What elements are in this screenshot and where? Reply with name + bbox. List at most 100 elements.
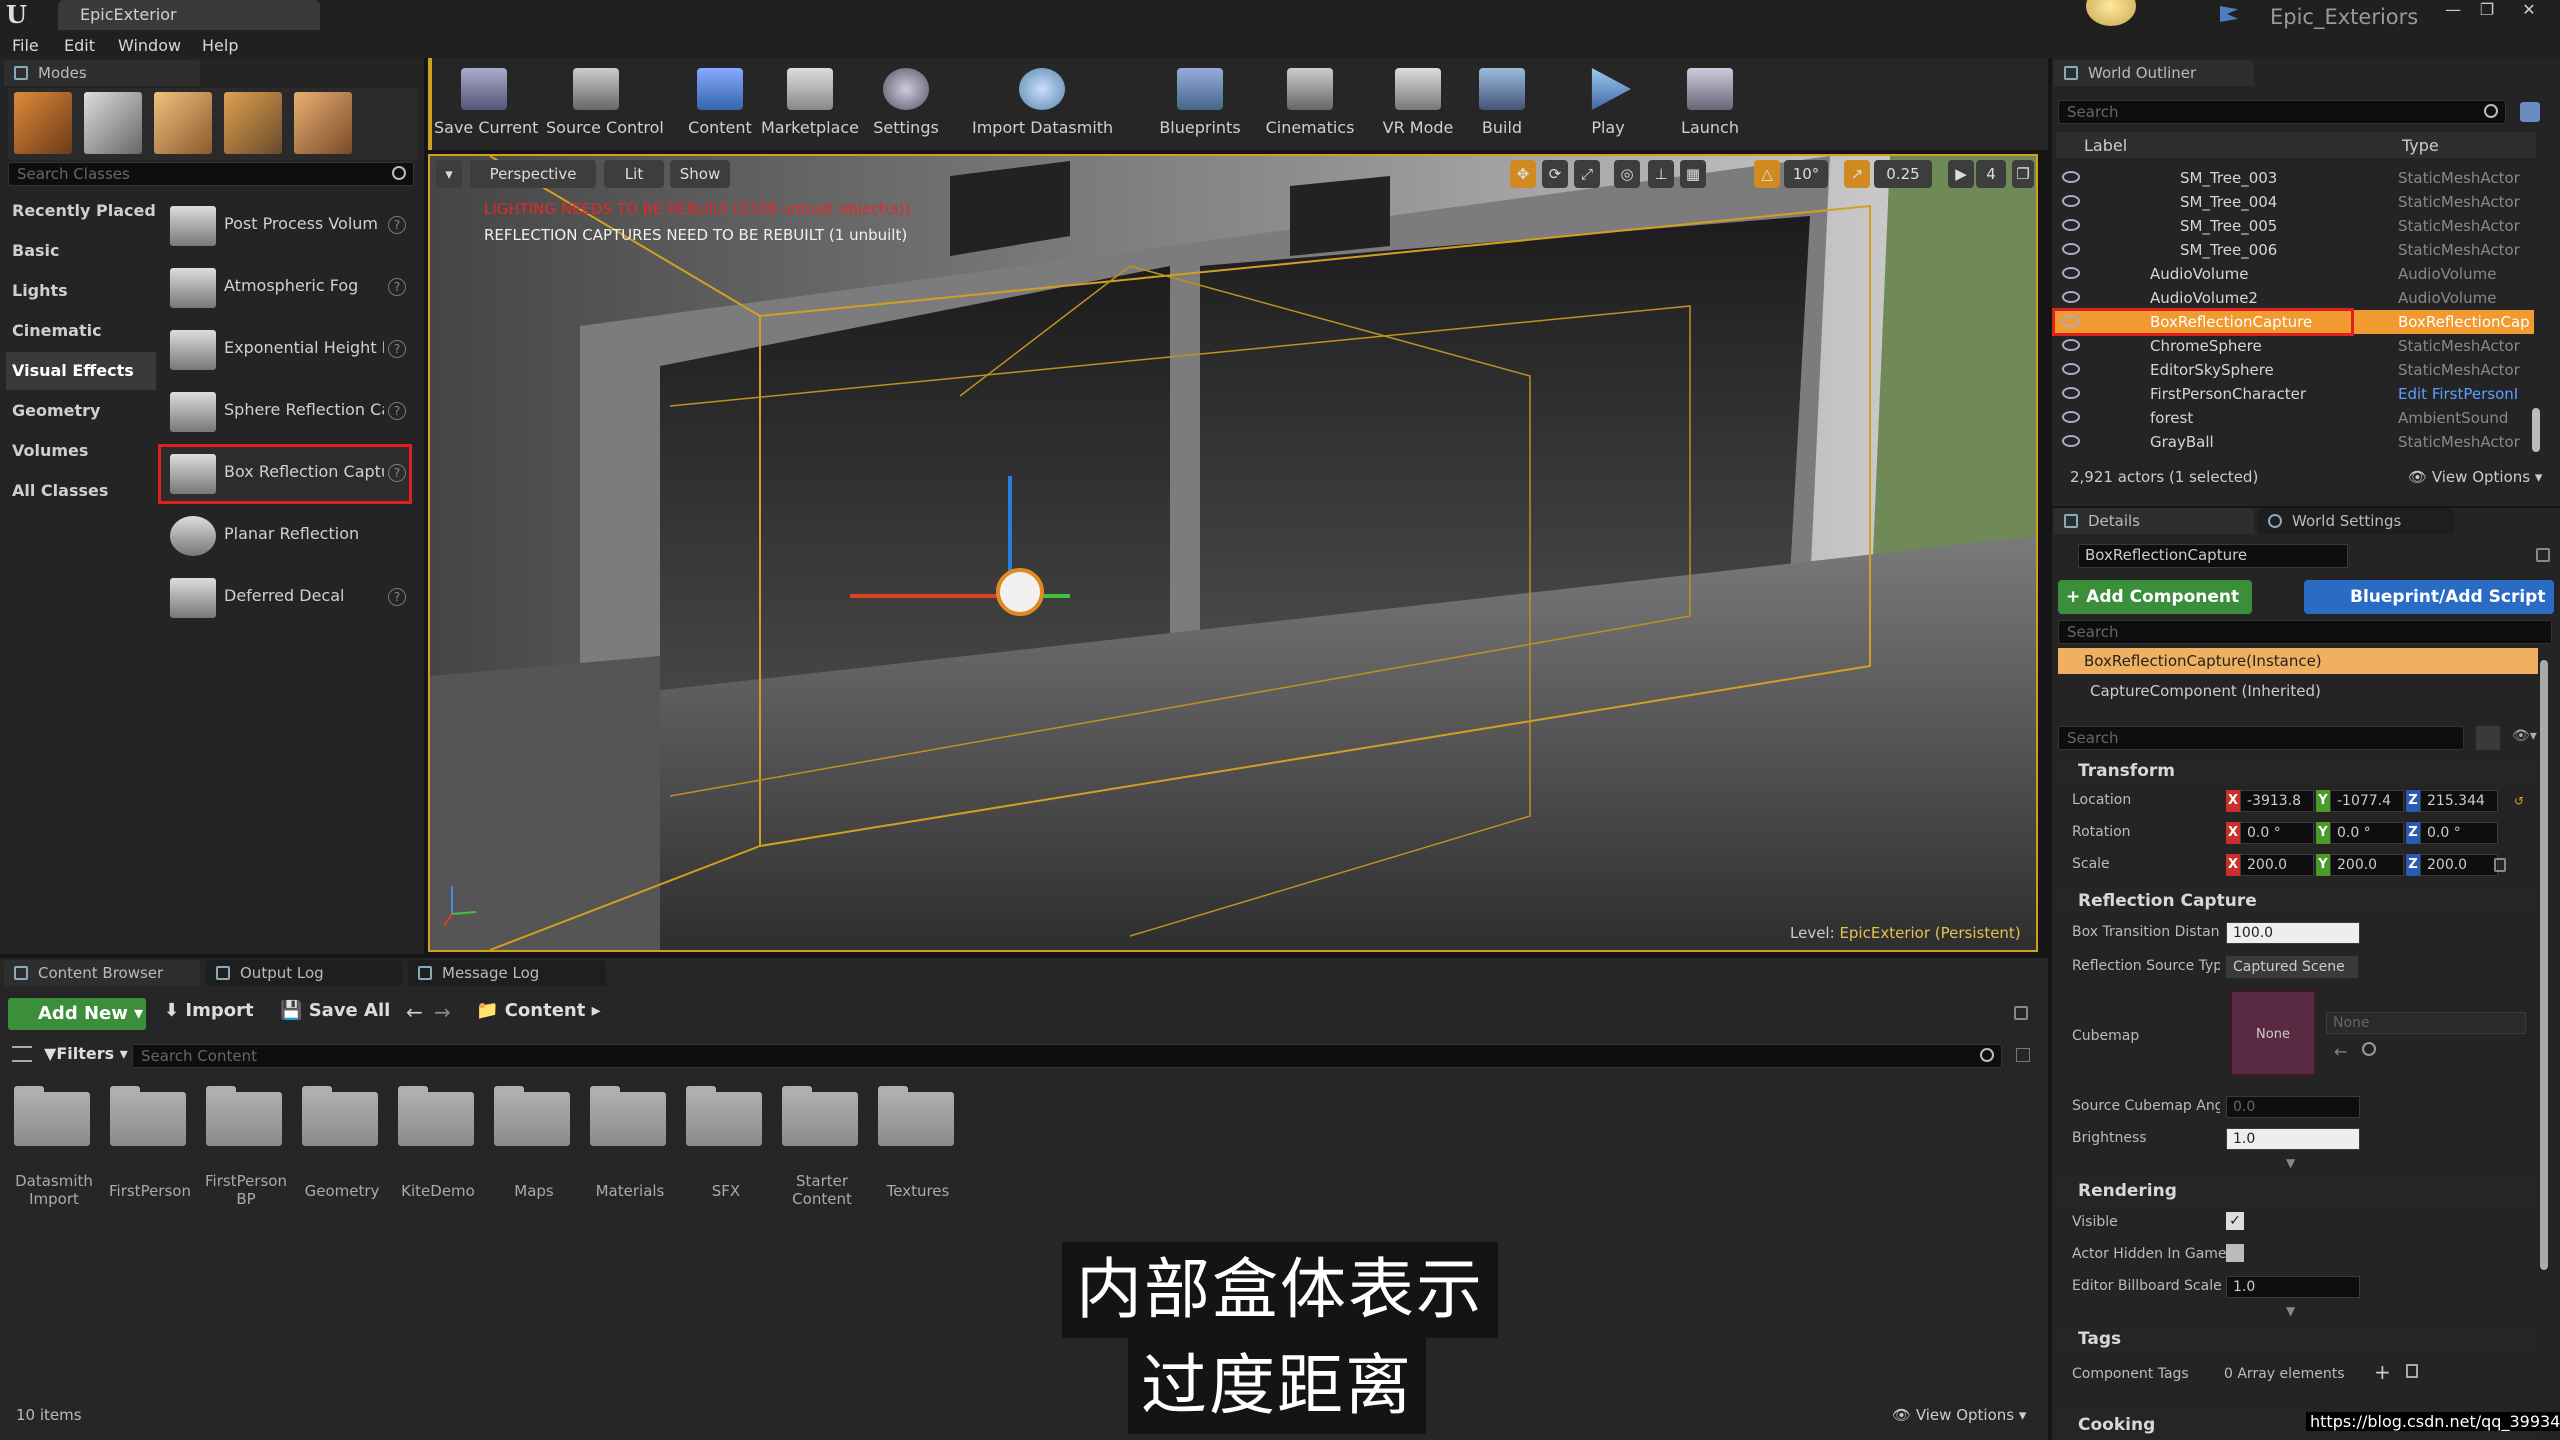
history-forward-icon[interactable]: → bbox=[434, 1000, 451, 1024]
add-new-button[interactable]: Add New ▾ bbox=[8, 998, 146, 1030]
camera-speed-value[interactable]: 4 bbox=[1976, 160, 2006, 188]
place-item-height-fog[interactable]: Exponential Height F ? bbox=[160, 322, 410, 378]
outliner-scrollbar[interactable] bbox=[2532, 408, 2540, 452]
build-button[interactable]: Build bbox=[1452, 62, 1552, 142]
tab-modes[interactable]: Modes bbox=[4, 60, 200, 86]
category-recently-placed[interactable]: Recently Placed bbox=[6, 192, 156, 230]
menu-file[interactable]: File bbox=[12, 34, 39, 58]
cubemap-thumbnail[interactable]: None bbox=[2230, 990, 2316, 1076]
foliage-mode-icon[interactable] bbox=[224, 92, 282, 154]
place-item-sphere-reflection[interactable]: Sphere Reflection Ca ? bbox=[160, 384, 410, 440]
outliner-row[interactable]: ChromeSphere StaticMeshActor bbox=[2054, 334, 2534, 358]
settings-button[interactable]: Settings bbox=[856, 62, 956, 142]
category-cinematic[interactable]: Cinematic bbox=[6, 312, 156, 350]
save-search-icon[interactable] bbox=[2016, 1048, 2030, 1062]
add-element-icon[interactable]: + bbox=[2374, 1360, 2391, 1384]
source-cubemap-angle-field[interactable]: 0.0 bbox=[2226, 1096, 2360, 1118]
cubemap-asset-select[interactable]: None bbox=[2326, 1012, 2526, 1034]
outliner-row[interactable]: FirstPersonCharacter Edit FirstPersonI bbox=[2054, 382, 2534, 406]
scale-tool-icon[interactable]: ⤢ bbox=[1574, 160, 1600, 188]
folder-geometry[interactable] bbox=[302, 1086, 382, 1148]
landscape-mode-icon[interactable] bbox=[154, 92, 212, 154]
close-icon[interactable]: ✕ bbox=[2514, 0, 2544, 22]
outliner-row[interactable]: SM_Tree_006 StaticMeshActor bbox=[2054, 238, 2534, 262]
component-tags-label[interactable]: Component Tags bbox=[2072, 1366, 2232, 1382]
help-icon[interactable]: ? bbox=[388, 402, 406, 420]
reflection-source-type-select[interactable]: Captured Scene bbox=[2226, 956, 2358, 978]
play-button[interactable]: Play bbox=[1558, 62, 1658, 142]
content-view-options[interactable]: 👁 View Options ▾ bbox=[1892, 1406, 2026, 1424]
import-datasmith-button[interactable]: Import Datasmith bbox=[972, 62, 1113, 142]
help-icon[interactable]: ? bbox=[388, 464, 406, 482]
help-icon[interactable]: ? bbox=[388, 588, 406, 606]
angle-snap-value[interactable]: 10° bbox=[1784, 160, 1828, 188]
actor-name-field[interactable]: BoxReflectionCapture bbox=[2078, 544, 2348, 568]
visibility-eye-icon[interactable] bbox=[2062, 387, 2080, 399]
grid-snap-icon[interactable]: ▦ bbox=[1680, 160, 1706, 188]
maximize-icon[interactable]: ❐ bbox=[2472, 0, 2502, 22]
scale-lock-icon[interactable] bbox=[2494, 858, 2506, 872]
place-item-planar-reflection[interactable]: Planar Reflection bbox=[160, 508, 410, 564]
viewport-options-button[interactable]: ▾ bbox=[436, 160, 462, 188]
category-geometry[interactable]: Geometry bbox=[6, 392, 156, 430]
reflection-capture-sprite[interactable] bbox=[996, 568, 1044, 616]
location-label[interactable]: Location bbox=[2072, 792, 2232, 808]
level-tab[interactable]: EpicExterior bbox=[58, 0, 320, 30]
cubemap-label[interactable]: Cubemap bbox=[2072, 1028, 2232, 1044]
details-search-input[interactable]: Search bbox=[2058, 726, 2464, 750]
box-transition-label[interactable]: Box Transition Distan bbox=[2072, 924, 2220, 940]
component-instance-row[interactable]: BoxReflectionCapture(Instance) bbox=[2058, 648, 2538, 674]
location-y-field[interactable]: -1077.4 bbox=[2330, 790, 2404, 812]
camera-speed-icon[interactable]: ▶ bbox=[1948, 160, 1974, 188]
angle-snap-icon[interactable]: △ bbox=[1754, 160, 1780, 188]
place-item-deferred-decal[interactable]: Deferred Decal ? bbox=[160, 570, 410, 626]
location-x-field[interactable]: -3913.8 bbox=[2240, 790, 2314, 812]
place-item-post-process[interactable]: Post Process Volum ? bbox=[160, 198, 410, 254]
lock-icon[interactable] bbox=[2014, 1006, 2028, 1020]
content-button[interactable]: Content bbox=[670, 62, 770, 142]
tab-world-settings[interactable]: World Settings bbox=[2258, 508, 2454, 534]
actor-hidden-in-game-label[interactable]: Actor Hidden In Game bbox=[2072, 1246, 2232, 1262]
rotate-tool-icon[interactable]: ⟳ bbox=[1542, 160, 1568, 188]
visibility-eye-icon[interactable] bbox=[2062, 195, 2080, 207]
section-reflection-capture[interactable]: Reflection Capture bbox=[2056, 886, 2536, 916]
visibility-eye-icon[interactable] bbox=[2062, 411, 2080, 423]
paint-mode-icon[interactable] bbox=[84, 92, 142, 154]
outliner-row[interactable]: SM_Tree_003 StaticMeshActor bbox=[2054, 166, 2534, 190]
blueprint-add-script-button[interactable]: Blueprint/Add Script bbox=[2304, 580, 2554, 614]
lit-button[interactable]: Lit bbox=[604, 160, 664, 188]
col-label[interactable]: Label bbox=[2084, 136, 2127, 155]
visibility-eye-icon[interactable] bbox=[2062, 339, 2080, 351]
folder-sfx[interactable] bbox=[686, 1086, 766, 1148]
box-transition-field[interactable]: 100.0 bbox=[2226, 922, 2360, 944]
scale-y-field[interactable]: 200.0 bbox=[2330, 854, 2404, 876]
place-item-box-reflection[interactable]: Box Reflection Captu ? bbox=[158, 444, 412, 504]
browse-asset-icon[interactable] bbox=[2362, 1042, 2376, 1056]
perspective-button[interactable]: Perspective bbox=[470, 160, 596, 188]
surface-snap-icon[interactable]: ⊥ bbox=[1648, 160, 1674, 188]
brightness-field[interactable]: 1.0 bbox=[2226, 1128, 2360, 1150]
reset-to-default-icon[interactable]: ↺ bbox=[2514, 794, 2526, 808]
rotation-y-field[interactable]: 0.0 ° bbox=[2330, 822, 2404, 844]
folder-starter-content[interactable] bbox=[782, 1086, 862, 1148]
actor-hidden-checkbox[interactable] bbox=[2226, 1244, 2244, 1262]
lock-icon[interactable] bbox=[2536, 548, 2550, 562]
sources-toggle-icon[interactable] bbox=[12, 1046, 32, 1062]
editor-billboard-scale-label[interactable]: Editor Billboard Scale bbox=[2072, 1278, 2232, 1294]
category-all-classes[interactable]: All Classes bbox=[6, 472, 156, 510]
expand-advanced-icon[interactable]: ▼ bbox=[2286, 1304, 2295, 1318]
scale-label[interactable]: Scale bbox=[2072, 856, 2232, 872]
marketplace-button[interactable]: Marketplace bbox=[760, 62, 860, 142]
menu-help[interactable]: Help bbox=[202, 34, 238, 58]
folder-datasmith-import[interactable] bbox=[14, 1086, 94, 1148]
save-current-button[interactable]: Save Current bbox=[434, 62, 538, 142]
scale-z-field[interactable]: 200.0 bbox=[2420, 854, 2498, 876]
outliner-view-options[interactable]: 👁 View Options ▾ bbox=[2408, 468, 2542, 486]
path-breadcrumb[interactable]: 📁 Content ▸ bbox=[476, 1000, 601, 1021]
expand-advanced-icon[interactable]: ▼ bbox=[2286, 1156, 2295, 1170]
scale-snap-value[interactable]: 0.25 bbox=[1874, 160, 1932, 188]
place-item-atmospheric-fog[interactable]: Atmospheric Fog ? bbox=[160, 260, 410, 316]
tab-content-browser[interactable]: Content Browser bbox=[4, 960, 200, 986]
editor-billboard-scale-field[interactable]: 1.0 bbox=[2226, 1276, 2360, 1298]
outliner-row[interactable]: AudioVolume2 AudioVolume bbox=[2054, 286, 2534, 310]
